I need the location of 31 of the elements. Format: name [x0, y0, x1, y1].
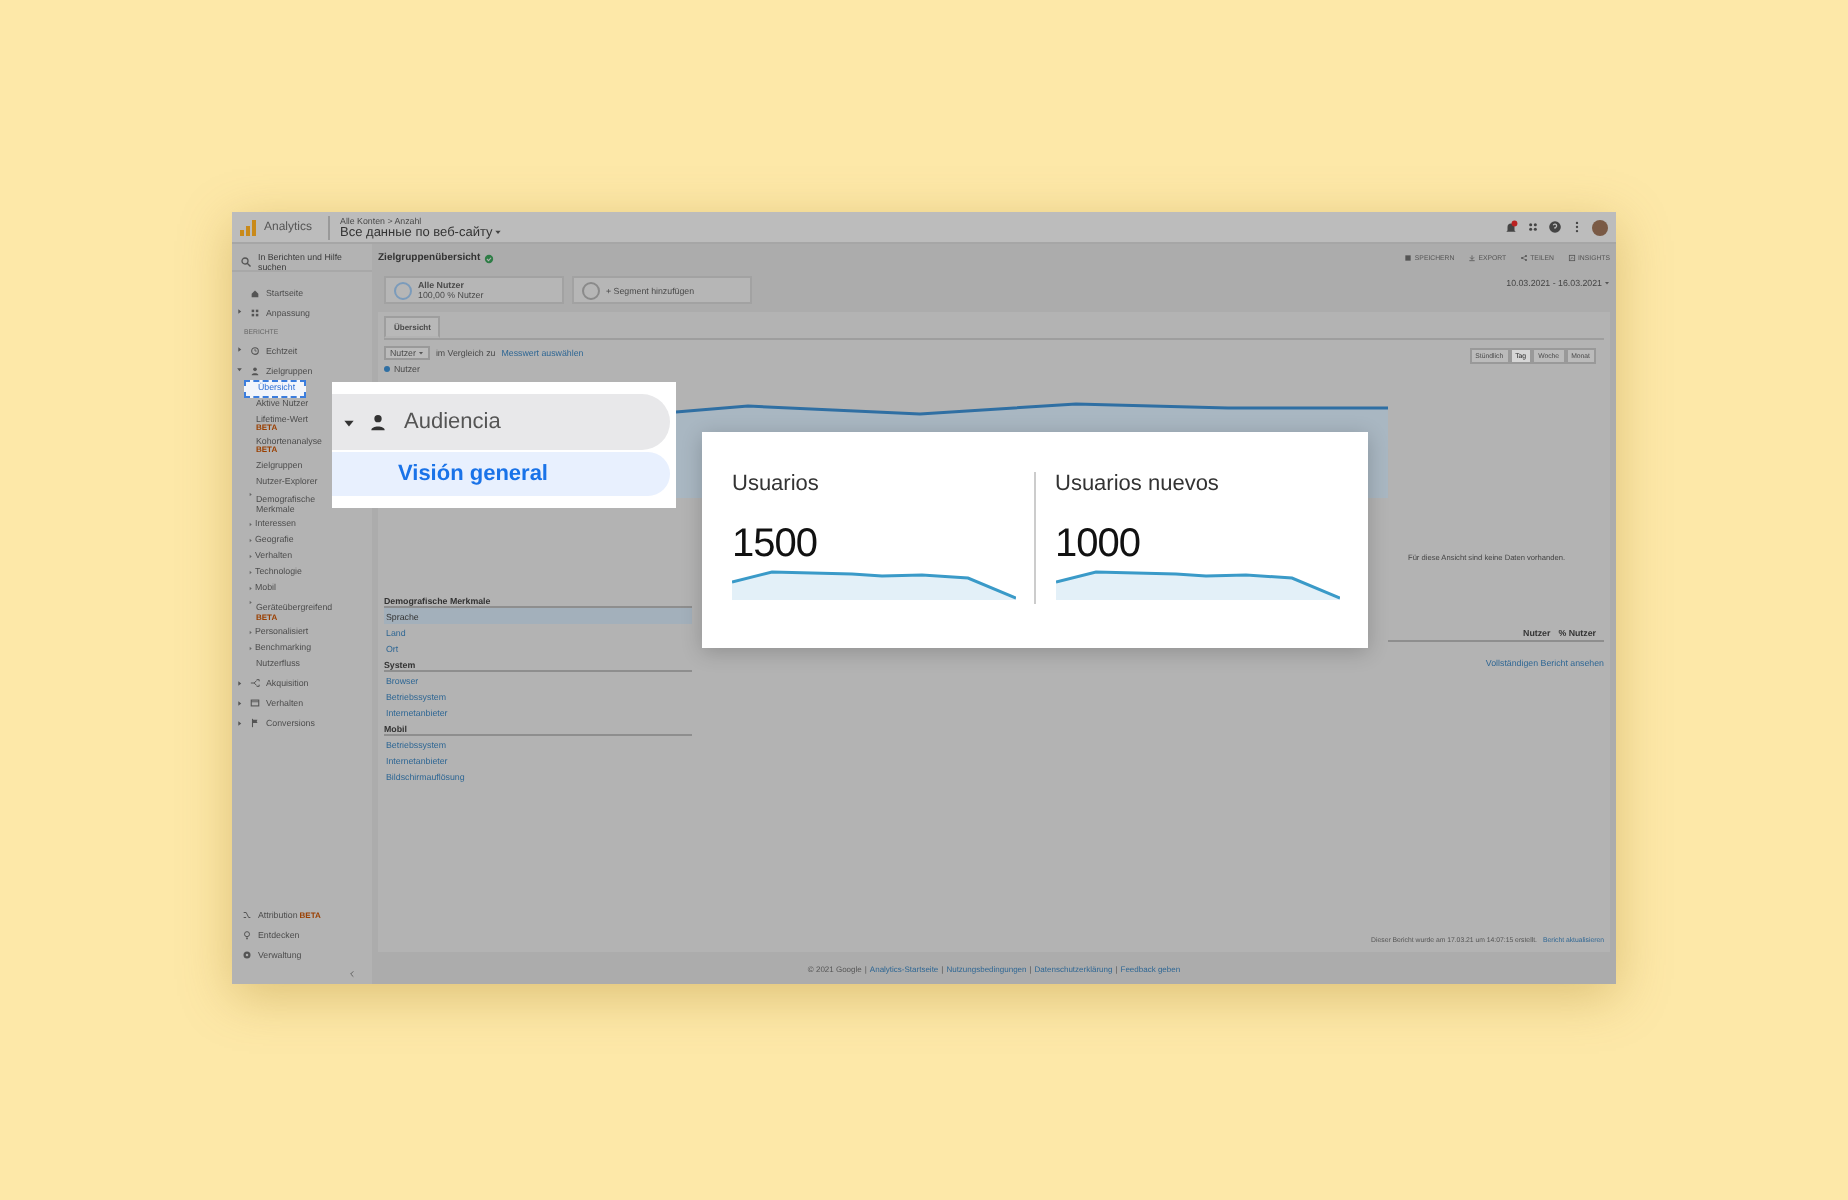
metric-label: Usuarios [732, 472, 821, 496]
caret-icon [1604, 280, 1610, 286]
home-icon [250, 287, 260, 297]
metric-value: 1500 [732, 522, 819, 568]
window-icon [250, 697, 260, 708]
nav-item[interactable]: Visión general [332, 452, 670, 496]
nav-section[interactable]: Audiencia [332, 394, 670, 450]
caret-icon [342, 415, 356, 429]
save-icon [1404, 254, 1413, 262]
download-icon [1468, 254, 1477, 262]
apps-icon[interactable] [1526, 220, 1540, 234]
grid-icon [250, 307, 260, 317]
flag-icon [250, 717, 260, 728]
chart-icon [1567, 254, 1576, 262]
avatar[interactable] [1592, 219, 1608, 235]
metric-value: 1000 [1055, 522, 1142, 568]
notification-icon[interactable] [1504, 220, 1518, 234]
share-icon [1520, 254, 1529, 262]
analytics-logo-icon [240, 219, 256, 235]
fork-icon [250, 677, 260, 688]
settings-icon [242, 949, 252, 959]
attribution-icon [242, 909, 252, 919]
person-icon [368, 412, 388, 432]
caret-icon [417, 350, 424, 356]
search-icon [240, 255, 252, 267]
more-icon[interactable] [1570, 220, 1584, 234]
help-icon[interactable] [1548, 220, 1562, 234]
metric-label: Usuarios nuevos [1055, 472, 1221, 496]
clock-icon [250, 345, 260, 355]
person-icon [250, 365, 260, 375]
lightbulb-icon [242, 929, 252, 939]
